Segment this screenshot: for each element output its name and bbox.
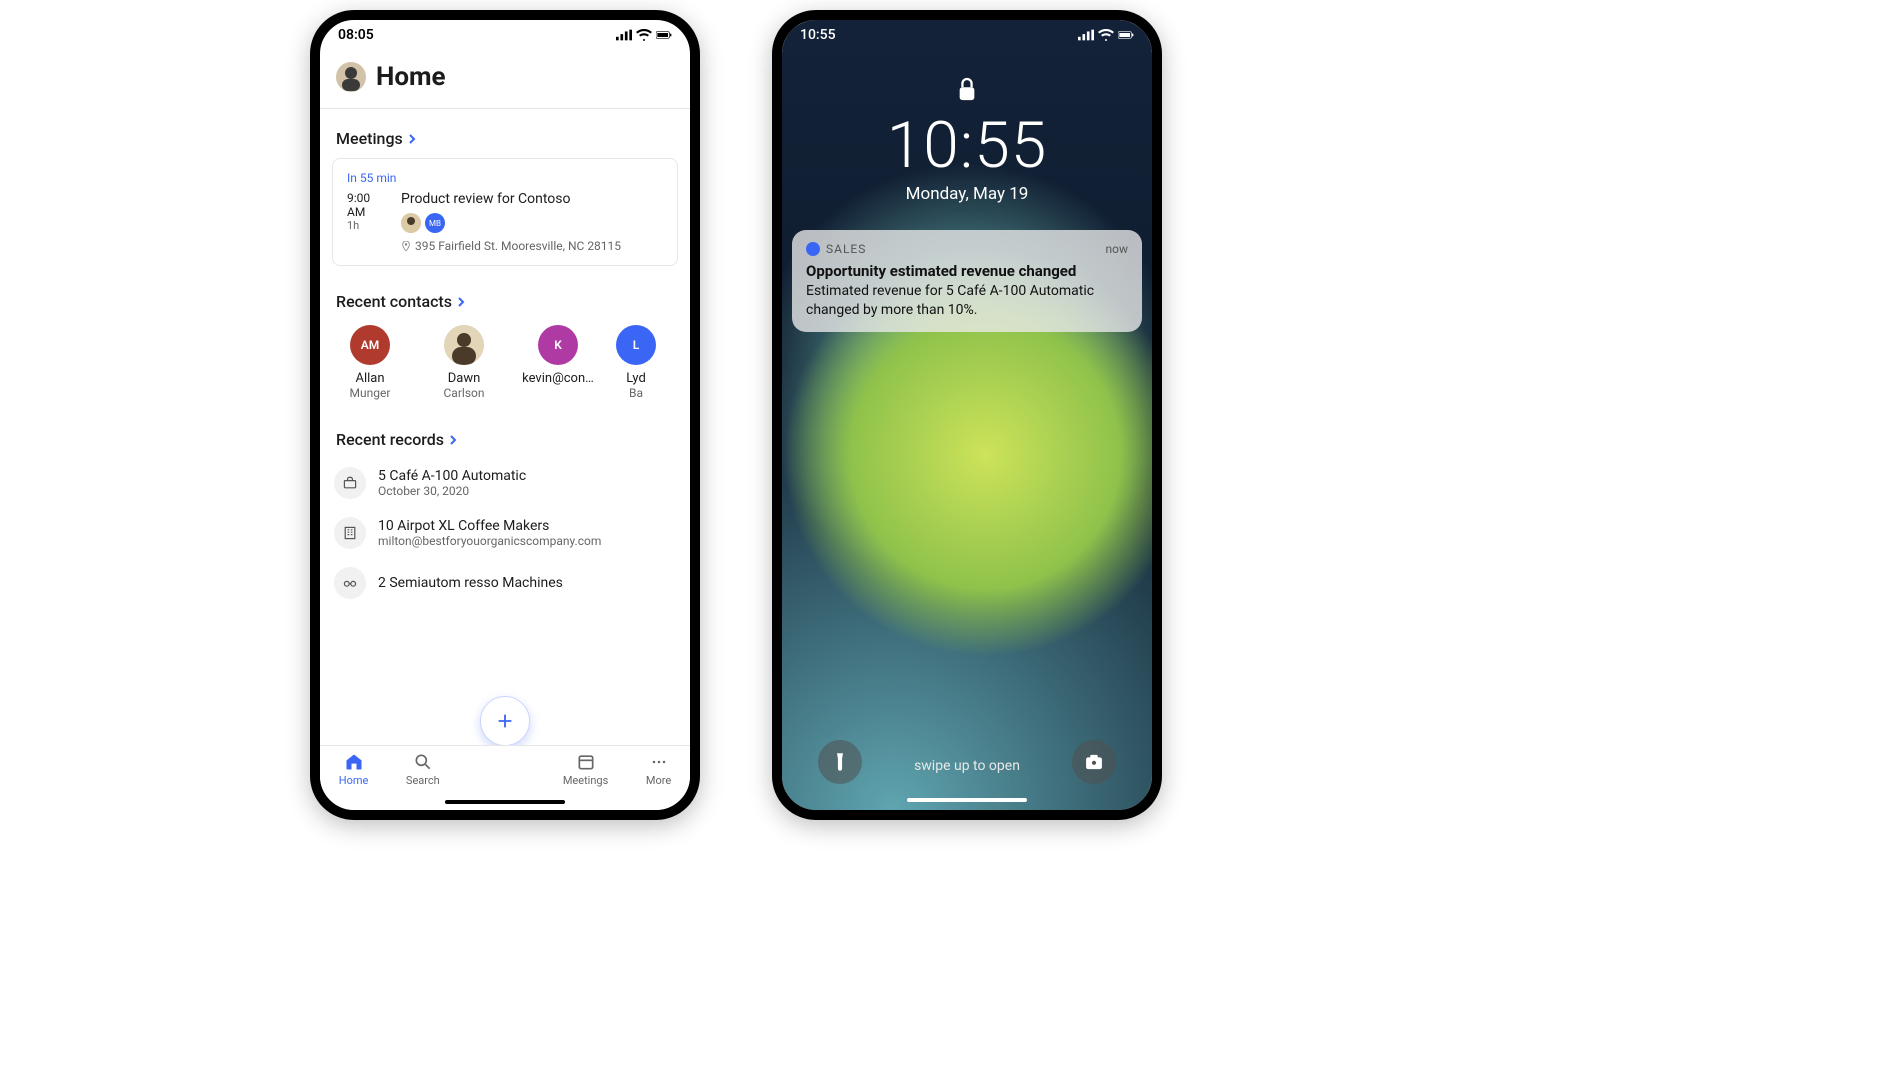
contact-name: Allan (334, 371, 406, 386)
section-records[interactable]: Recent records (336, 430, 674, 449)
section-contacts[interactable]: Recent contacts (336, 292, 674, 311)
battery-icon (1118, 29, 1134, 41)
contact-name: kevin@con… (522, 371, 594, 386)
meeting-start: 9:00 AM (347, 191, 391, 219)
building-icon (334, 517, 366, 549)
contact-item[interactable]: Dawn Carlson (428, 325, 500, 400)
contact-sub: Munger (334, 386, 406, 400)
wifi-icon (636, 29, 652, 41)
phone-lock-screen: 10:55 10:55 Monday, May 19 SALES (772, 10, 1162, 820)
contact-avatar: L (616, 325, 656, 365)
record-item[interactable]: 2 Semiautom resso Machines (332, 559, 678, 607)
tab-search[interactable]: Search (406, 752, 440, 787)
status-time: 10:55 (800, 27, 836, 43)
contact-item[interactable]: K kevin@con… (522, 325, 594, 400)
battery-icon (656, 29, 672, 41)
record-title: 2 Semiautom resso Machines (378, 575, 563, 591)
briefcase-icon (334, 467, 366, 499)
record-title: 10 Airpot XL Coffee Makers (378, 518, 601, 534)
chevron-right-icon (456, 297, 466, 307)
record-item[interactable]: 5 Café A-100 Automatic October 30, 2020 (332, 459, 678, 507)
notification-time: now (1106, 242, 1129, 256)
contact-avatar: K (538, 325, 578, 365)
meeting-duration: 1h (347, 219, 391, 232)
tab-more[interactable]: More (646, 752, 671, 787)
fab-add-button[interactable] (480, 696, 530, 746)
camera-button[interactable] (1072, 740, 1116, 784)
meeting-card[interactable]: In 55 min 9:00 AM 1h Product review for … (332, 158, 678, 266)
flashlight-button[interactable] (818, 740, 862, 784)
contact-name: Lyd (616, 371, 656, 386)
section-contacts-label: Recent contacts (336, 292, 452, 311)
contact-avatar (444, 325, 484, 365)
notification-app-icon (806, 242, 820, 256)
chevron-right-icon (407, 134, 417, 144)
records-list: 5 Café A-100 Automatic October 30, 2020 … (332, 459, 678, 607)
lock-clock: 10:55 (782, 114, 1152, 178)
tab-meetings[interactable]: Meetings (563, 752, 608, 787)
contact-sub: Carlson (428, 386, 500, 400)
section-meetings-label: Meetings (336, 129, 403, 148)
page-title: Home (376, 62, 446, 92)
attendee-chip: MB (425, 213, 445, 233)
signal-icon (1078, 29, 1094, 41)
record-sub: October 30, 2020 (378, 484, 526, 498)
section-meetings[interactable]: Meetings (336, 129, 674, 148)
meeting-countdown: In 55 min (347, 171, 663, 185)
user-avatar[interactable] (336, 62, 366, 92)
contact-avatar: AM (350, 325, 390, 365)
contact-item[interactable]: L Lyd Ba (616, 325, 656, 400)
location-pin-icon (401, 241, 411, 251)
phone-app-home: 08:05 Home Meetings In (310, 10, 700, 820)
contact-item[interactable]: AM Allan Munger (334, 325, 406, 400)
contact-sub: Ba (616, 386, 656, 400)
notification-body: Estimated revenue for 5 Café A-100 Autom… (806, 282, 1128, 320)
lock-icon (956, 76, 978, 104)
lock-date: Monday, May 19 (782, 184, 1152, 204)
record-item[interactable]: 10 Airpot XL Coffee Makers milton@bestfo… (332, 509, 678, 557)
contacts-row: AM Allan Munger Dawn Carlson K kevin@con… (332, 321, 678, 404)
notification-title: Opportunity estimated revenue changed (806, 262, 1128, 280)
signal-icon (616, 29, 632, 41)
contact-name: Dawn (428, 371, 500, 386)
tab-label: More (646, 774, 671, 787)
tab-label: Meetings (563, 774, 608, 787)
app-header: Home (320, 50, 690, 109)
wifi-icon (1098, 29, 1114, 41)
record-sub: milton@bestforyouorganicscompany.com (378, 534, 601, 548)
chevron-right-icon (448, 435, 458, 445)
tab-label: Home (339, 774, 369, 787)
section-records-label: Recent records (336, 430, 444, 449)
tab-home[interactable]: Home (339, 752, 369, 787)
meeting-title: Product review for Contoso (401, 191, 621, 207)
glasses-icon (334, 567, 366, 599)
status-time: 08:05 (338, 27, 374, 43)
tab-label: Search (406, 774, 440, 787)
notification-card[interactable]: SALES now Opportunity estimated revenue … (792, 230, 1142, 332)
record-title: 5 Café A-100 Automatic (378, 468, 526, 484)
attendee-avatar (401, 213, 421, 233)
home-indicator[interactable] (907, 798, 1027, 802)
status-bar: 08:05 (320, 20, 690, 50)
status-bar: 10:55 (782, 20, 1152, 50)
home-indicator[interactable] (445, 800, 565, 804)
notification-app: SALES (826, 242, 866, 256)
meeting-location: 395 Fairfield St. Mooresville, NC 28115 (415, 239, 621, 253)
